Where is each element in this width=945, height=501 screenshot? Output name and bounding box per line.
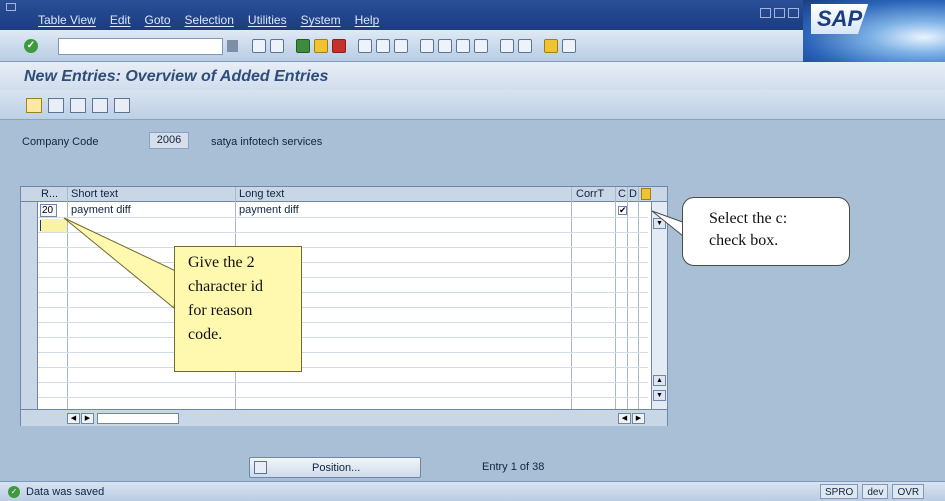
- deselect-all-icon[interactable]: [114, 98, 130, 113]
- scroll-left-right-icon[interactable]: ◀: [618, 413, 631, 424]
- menu-selection[interactable]: Selection: [185, 13, 234, 27]
- position-button[interactable]: Position...: [249, 457, 421, 478]
- sap-logo-text: SAP: [811, 4, 869, 34]
- save-icon[interactable]: [270, 39, 284, 53]
- checkbox-callout: Select the c: check box.: [682, 197, 850, 266]
- c-checkbox[interactable]: [618, 206, 627, 215]
- menu-utilities[interactable]: Utilities: [248, 13, 287, 27]
- find-icon[interactable]: [376, 39, 390, 53]
- long-text-cell[interactable]: payment diff: [239, 204, 299, 216]
- short-text-cell[interactable]: payment diff: [71, 204, 131, 216]
- enter-check-icon[interactable]: ✓: [24, 39, 38, 53]
- title-bar: New Entries: Overview of Added Entries: [0, 62, 945, 90]
- header-long-text[interactable]: Long text: [239, 188, 284, 200]
- select-block-icon[interactable]: [92, 98, 108, 113]
- menu-goto[interactable]: Goto: [145, 13, 171, 27]
- callout-right-line-1: Select the c:: [709, 210, 788, 227]
- header-c[interactable]: C: [618, 188, 626, 200]
- next-page-icon[interactable]: [456, 39, 470, 53]
- header-d[interactable]: D: [629, 188, 637, 200]
- callout-left-line-2: character id: [188, 278, 264, 295]
- callout-left-line-3: for reason: [188, 302, 253, 319]
- entry-counter: Entry 1 of 38: [482, 461, 545, 473]
- reason-code-callout: Give the 2 character id for reason code.: [174, 246, 302, 372]
- row-selector-column[interactable]: [21, 202, 38, 409]
- menu-edit[interactable]: Edit: [110, 13, 131, 27]
- position-icon: [254, 461, 267, 474]
- find-next-icon[interactable]: [394, 39, 408, 53]
- select-all-icon[interactable]: [70, 98, 86, 113]
- success-check-icon: ✓: [8, 486, 20, 498]
- position-button-label: Position...: [312, 462, 361, 474]
- scroll-left-icon[interactable]: ◀: [67, 413, 80, 424]
- callout-right-line-2: check box.: [709, 232, 779, 249]
- sap-logo: SAP: [803, 0, 945, 62]
- company-code-label: Company Code: [22, 136, 99, 148]
- status-transaction[interactable]: SPRO: [820, 484, 859, 499]
- shortcut-icon[interactable]: [518, 39, 532, 53]
- page-title: New Entries: Overview of Added Entries: [24, 68, 329, 85]
- vertical-scrollbar[interactable]: ▼ ▲ ▼: [651, 202, 667, 410]
- callout-left-line-4: code.: [188, 326, 223, 343]
- cancel-icon[interactable]: [332, 39, 346, 53]
- scroll-thumb[interactable]: [97, 413, 179, 424]
- last-page-icon[interactable]: [474, 39, 488, 53]
- callout-left-line-1: Give the 2: [188, 254, 255, 271]
- scroll-right-right-icon[interactable]: ▶: [632, 413, 645, 424]
- scroll-up-icon[interactable]: ▲: [653, 375, 666, 386]
- status-system[interactable]: dev: [862, 484, 889, 499]
- display-change-icon[interactable]: [26, 98, 42, 113]
- company-code-value: 2006: [149, 132, 189, 149]
- header-reason[interactable]: R...: [41, 188, 58, 200]
- reason-code-table: R... Short text Long text CorrT C D 20 p…: [20, 186, 668, 426]
- scroll-down-icon[interactable]: ▼: [653, 218, 666, 229]
- menu-help[interactable]: Help: [355, 13, 380, 27]
- back-arrow-icon[interactable]: [252, 39, 266, 53]
- close-icon[interactable]: [788, 8, 799, 18]
- company-name: satya infotech services: [211, 136, 323, 148]
- text-cursor: [40, 220, 41, 231]
- application-toolbar: [0, 90, 945, 120]
- command-dropdown-icon[interactable]: [227, 40, 238, 52]
- reason-code-input[interactable]: 20: [40, 204, 57, 217]
- exit-icon[interactable]: [314, 39, 328, 53]
- command-field[interactable]: [58, 38, 223, 55]
- back-icon[interactable]: [296, 39, 310, 53]
- menu-system[interactable]: System: [301, 13, 341, 27]
- table-settings-icon[interactable]: [641, 188, 651, 200]
- menu-table-view[interactable]: Table View: [38, 13, 96, 27]
- minimize-icon[interactable]: [760, 8, 771, 18]
- scroll-down-end-icon[interactable]: ▼: [653, 390, 666, 401]
- header-corrt[interactable]: CorrT: [576, 188, 604, 200]
- print-icon[interactable]: [358, 39, 372, 53]
- previous-page-icon[interactable]: [438, 39, 452, 53]
- scroll-right-icon[interactable]: ▶: [81, 413, 94, 424]
- status-message: Data was saved: [26, 486, 105, 498]
- horizontal-scrollbar[interactable]: ◀ ▶ ◀ ▶: [21, 409, 667, 426]
- maximize-icon[interactable]: [774, 8, 785, 18]
- help-icon[interactable]: [544, 39, 558, 53]
- new-session-icon[interactable]: [500, 39, 514, 53]
- header-short-text[interactable]: Short text: [71, 188, 118, 200]
- first-page-icon[interactable]: [420, 39, 434, 53]
- save-entry-icon[interactable]: [48, 98, 64, 113]
- new-entry-input[interactable]: [40, 219, 67, 232]
- standard-toolbar: ✓: [0, 30, 803, 62]
- window-menu-icon[interactable]: [6, 3, 16, 11]
- status-bar: ✓ Data was saved SPRO dev OVR: [0, 481, 945, 501]
- layout-menu-icon[interactable]: [562, 39, 576, 53]
- status-mode[interactable]: OVR: [892, 484, 925, 499]
